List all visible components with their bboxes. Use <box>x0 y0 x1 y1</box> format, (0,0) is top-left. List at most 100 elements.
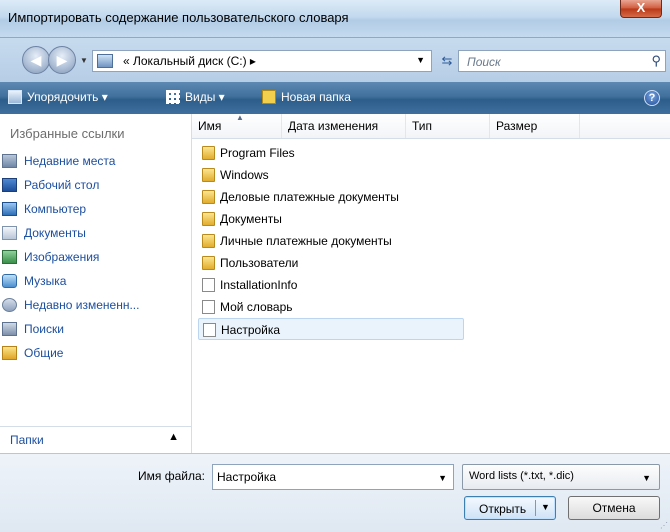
forward-button[interactable]: ▶ <box>48 46 76 74</box>
list-item[interactable]: Личные платежные документы <box>198 230 464 252</box>
sidebar-item-searches[interactable]: Поиски <box>2 319 64 339</box>
title-bar: Импортировать содержание пользовательско… <box>0 0 670 38</box>
views-button[interactable]: Виды ▾ <box>166 90 225 104</box>
views-icon <box>166 90 180 104</box>
open-options-dropdown-icon[interactable]: ▼ <box>541 502 550 512</box>
cancel-button-label: Отмена <box>592 501 636 515</box>
sidebar-item-label: Поиски <box>24 322 64 336</box>
sidebar-item-desktop[interactable]: Рабочий стол <box>2 175 100 195</box>
file-name: Личные платежные документы <box>220 234 392 248</box>
public-folder-icon <box>2 346 17 360</box>
organize-label: Упорядочить ▾ <box>27 90 108 104</box>
images-icon <box>2 250 17 264</box>
file-list: ▲ Имя Дата изменения Тип Размер Program … <box>192 113 670 453</box>
filename-input[interactable]: Настройка ▼ <box>212 464 454 490</box>
help-icon[interactable]: ? <box>644 90 660 106</box>
column-header-label: Дата изменения <box>288 119 379 133</box>
music-icon <box>2 274 17 288</box>
documents-icon <box>2 226 17 240</box>
folder-icon <box>202 234 215 248</box>
search-input[interactable]: Поиск ⚲ <box>458 50 666 72</box>
window-title: Импортировать содержание пользовательско… <box>8 10 349 25</box>
path-text[interactable]: « Локальный диск (C:) ▸ <box>123 54 256 68</box>
file-type-select[interactable]: Word lists (*.txt, *.dic) ▼ <box>462 464 660 490</box>
recently-changed-icon <box>2 298 17 312</box>
filename-value[interactable]: Настройка <box>217 470 276 484</box>
sidebar-item-computer[interactable]: Компьютер <box>2 199 87 219</box>
file-name: Program Files <box>220 146 295 160</box>
back-button[interactable]: ◀ <box>22 46 50 74</box>
refresh-button[interactable]: ⇆ <box>438 50 456 72</box>
drive-icon <box>97 54 113 68</box>
search-placeholder: Поиск <box>467 55 501 69</box>
list-item-selected[interactable]: Настройка <box>198 318 464 340</box>
recent-places-icon <box>2 154 17 168</box>
close-button[interactable]: X <box>620 0 662 18</box>
sidebar-item-label: Музыка <box>24 274 67 288</box>
column-header-empty <box>580 114 670 138</box>
sidebar-item-label: Документы <box>24 226 86 240</box>
open-button-label: Открыть <box>479 502 527 516</box>
file-name: Документы <box>220 212 282 226</box>
sidebar-item-music[interactable]: Музыка <box>2 271 67 291</box>
column-header-name[interactable]: ▲ Имя <box>192 113 282 138</box>
folder-icon <box>202 146 215 160</box>
column-header-type[interactable]: Тип <box>406 114 490 138</box>
file-name: Настройка <box>221 323 281 337</box>
searches-icon <box>2 322 17 336</box>
filename-label: Имя файла: <box>138 469 205 483</box>
sidebar-item-images[interactable]: Изображения <box>2 247 99 267</box>
command-toolbar: Упорядочить ▾ Виды ▾ Новая папка ? <box>0 82 670 114</box>
recent-pages-dropdown-icon[interactable]: ▼ <box>80 56 88 65</box>
open-button[interactable]: Открыть ▼ <box>464 496 556 520</box>
sort-ascending-icon: ▲ <box>236 113 244 122</box>
sidebar-item-documents[interactable]: Документы <box>2 223 86 243</box>
list-item[interactable]: Пользователи <box>198 252 464 274</box>
sidebar-item-label: Рабочий стол <box>24 178 100 192</box>
sidebar-item-label: Компьютер <box>24 202 87 216</box>
favorite-links-pane: Избранные ссылки Недавние места Рабочий … <box>0 114 192 453</box>
dialog-footer: Имя файла: Настройка ▼ Word lists (*.txt… <box>0 453 670 532</box>
folder-icon <box>202 190 215 204</box>
folder-icon <box>202 168 215 182</box>
sidebar-item-label: Недавно измененн... <box>24 298 140 312</box>
split-divider <box>535 500 536 516</box>
search-icon[interactable]: ⚲ <box>651 53 661 69</box>
favorite-links-header: Избранные ссылки <box>10 126 125 141</box>
file-icon <box>202 278 215 292</box>
cancel-button[interactable]: Отмена <box>568 496 660 520</box>
list-item[interactable]: Документы <box>198 208 464 230</box>
sidebar-item-public[interactable]: Общие <box>2 343 63 363</box>
column-header-date[interactable]: Дата изменения <box>282 114 406 138</box>
file-name: Пользователи <box>220 256 299 270</box>
desktop-icon <box>2 178 17 192</box>
list-item[interactable]: Windows <box>198 164 464 186</box>
file-name: InstallationInfo <box>220 278 298 292</box>
list-item[interactable]: Program Files <box>198 142 464 164</box>
folder-icon <box>202 256 215 270</box>
chevron-up-icon: ▲ <box>168 431 179 443</box>
folders-toggle[interactable]: Папки ▲ <box>0 426 191 452</box>
new-folder-icon <box>262 90 276 104</box>
new-folder-button[interactable]: Новая папка <box>262 90 351 104</box>
new-folder-label: Новая папка <box>281 90 351 104</box>
file-name: Мой словарь <box>220 300 293 314</box>
resize-grip-icon[interactable]: ⋰ <box>660 521 668 530</box>
chevron-down-icon[interactable]: ▼ <box>438 473 447 483</box>
refresh-icon: ⇆ <box>441 53 453 68</box>
folders-label: Папки <box>10 433 44 447</box>
path-breadcrumb[interactable]: « Локальный диск (C:) ▸ ▼ <box>92 50 432 72</box>
sidebar-item-recent-places[interactable]: Недавние места <box>2 151 116 171</box>
organize-button[interactable]: Упорядочить ▾ <box>8 90 108 104</box>
column-header-size[interactable]: Размер <box>490 114 580 138</box>
sidebar-item-recently-changed[interactable]: Недавно измененн... <box>2 295 140 315</box>
column-header-label: Размер <box>496 119 538 133</box>
list-item[interactable]: Деловые платежные документы <box>198 186 464 208</box>
list-item[interactable]: Мой словарь <box>198 296 464 318</box>
list-item[interactable]: InstallationInfo <box>198 274 464 296</box>
path-dropdown-icon[interactable]: ▼ <box>416 55 425 65</box>
file-icon <box>202 300 215 314</box>
chevron-down-icon: ▼ <box>642 473 651 483</box>
sidebar-item-label: Недавние места <box>24 154 116 168</box>
column-header-label: Имя <box>198 119 222 133</box>
